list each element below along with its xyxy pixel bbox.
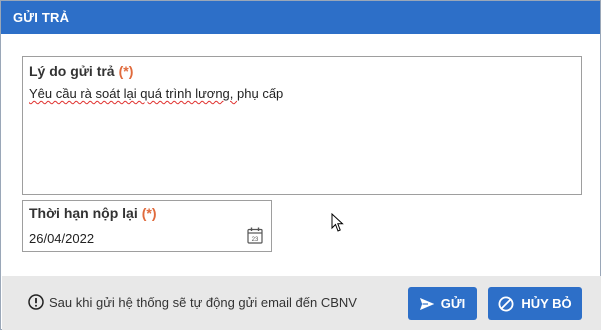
cancel-button-label: HỦY BỎ: [521, 296, 572, 311]
deadline-date-input[interactable]: 26/04/2022: [29, 231, 94, 246]
dialog-footer: Sau khi gửi hệ thống sẽ tự động gửi emai…: [2, 276, 601, 330]
reason-textarea[interactable]: Yêu cầu rà soát lại quá trình lương, phụ…: [29, 85, 569, 185]
cancel-button[interactable]: HỦY BỎ: [488, 287, 582, 320]
reason-text-part-2: phụ cấp: [237, 86, 284, 101]
reason-text-part-1: Yêu cầu rà soát lại quá trình lương,: [29, 86, 238, 101]
footer-note-text: Sau khi gửi hệ thống sẽ tự động gửi emai…: [49, 294, 357, 310]
dialog-title: GỬI TRẢ: [1, 1, 600, 34]
footer-note: Sau khi gửi hệ thống sẽ tự động gửi emai…: [28, 294, 357, 310]
info-icon: [28, 294, 44, 310]
deadline-field[interactable]: Thời hạn nộp lại (*) 26/04/2022 23: [22, 200, 272, 252]
send-button-label: GỬI: [440, 296, 466, 311]
reason-label-text: Lý do gửi trả: [29, 63, 115, 79]
calendar-day-text: 23: [252, 237, 259, 243]
cancel-icon: [498, 296, 514, 311]
calendar-icon[interactable]: 23: [247, 227, 263, 244]
deadline-required-mark: (*): [141, 205, 157, 221]
return-dialog: GỬI TRẢ Lý do gửi trả (*) Yêu cầu rà soát…: [0, 0, 601, 330]
deadline-label-text: Thời hạn nộp lại: [29, 205, 138, 221]
mouse-cursor-icon: [331, 213, 344, 232]
reason-field[interactable]: Lý do gửi trả (*) Yêu cầu rà soát lại quá…: [22, 56, 582, 195]
send-icon: [419, 297, 434, 310]
deadline-label: Thời hạn nộp lại (*): [29, 205, 157, 223]
send-button[interactable]: GỬI: [408, 287, 477, 320]
reason-label: Lý do gửi trả (*): [29, 63, 133, 81]
reason-required-mark: (*): [118, 63, 134, 79]
